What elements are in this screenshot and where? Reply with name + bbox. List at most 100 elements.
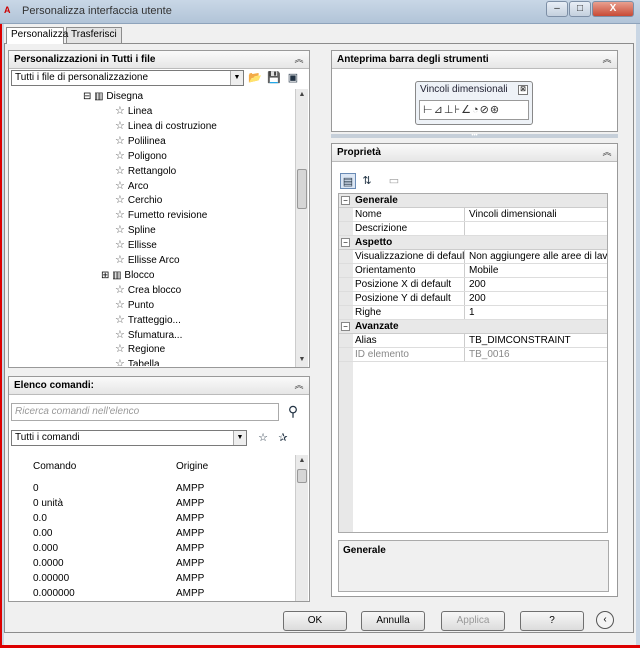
tree-item[interactable]: ☆ Rettangolo bbox=[115, 164, 176, 179]
property-value[interactable]: Mobile bbox=[467, 264, 607, 277]
radial-constraint-icon[interactable]: ◔ bbox=[472, 104, 480, 116]
chevron-down-icon[interactable]: ▼ bbox=[230, 71, 243, 85]
command-scrollbar[interactable]: ▲ bbox=[295, 455, 308, 601]
find-command-icon[interactable]: ☆ bbox=[255, 430, 271, 446]
tree-item[interactable]: ☆ Ellisse bbox=[115, 238, 157, 253]
command-cell[interactable]: 0 unità bbox=[33, 496, 63, 511]
column-header-origin[interactable]: Origine bbox=[176, 459, 208, 474]
aligned-constraint-icon[interactable]: ⊿ bbox=[434, 104, 444, 116]
tree-scrollbar[interactable]: ▲ ▼ bbox=[295, 89, 308, 367]
sort-alpha-icon[interactable]: ⇅ bbox=[359, 173, 375, 189]
command-cell[interactable]: 0.00 bbox=[33, 526, 52, 541]
cancel-button[interactable]: Annulla bbox=[361, 611, 425, 631]
tree-item[interactable]: ☆ Punto bbox=[115, 298, 154, 313]
close-icon[interactable]: ⊠ bbox=[518, 85, 528, 95]
tree-item[interactable]: ☆ Fumetto revisione bbox=[115, 208, 207, 223]
chevron-down-icon[interactable]: ▼ bbox=[233, 431, 246, 445]
save-icon[interactable]: 💾 bbox=[266, 70, 282, 86]
convert-constraint-icon[interactable]: ⊛ bbox=[490, 104, 500, 116]
origin-cell[interactable]: AMPP bbox=[176, 481, 204, 496]
property-category[interactable]: − Avanzate bbox=[339, 320, 607, 334]
command-cell[interactable]: 0.0000 bbox=[33, 556, 64, 571]
collapse-category-icon[interactable]: − bbox=[341, 322, 350, 331]
tree-item[interactable]: ☆ Cerchio bbox=[115, 193, 162, 208]
diameter-constraint-icon[interactable]: ⊘ bbox=[480, 104, 490, 116]
command-cell[interactable]: 0.00000 bbox=[33, 571, 69, 586]
save-as-icon[interactable]: ▣ bbox=[285, 70, 301, 86]
collapse-icon[interactable]: ︽ bbox=[293, 53, 305, 65]
tree-item[interactable]: ☆ Linea bbox=[115, 104, 152, 119]
collapse-category-icon[interactable]: − bbox=[341, 238, 350, 247]
tree-item[interactable]: ☆ Ellisse Arco bbox=[115, 253, 180, 268]
tree-item[interactable]: ☆ Regione bbox=[115, 342, 165, 357]
property-row[interactable]: Posizione X di default 200 bbox=[339, 278, 607, 292]
collapse-icon[interactable]: ︽ bbox=[293, 379, 305, 391]
property-row[interactable]: Visualizzazione di default Non aggiungere… bbox=[339, 250, 607, 264]
ok-button[interactable]: OK bbox=[283, 611, 347, 631]
tree-item[interactable]: ☆ Polilinea bbox=[115, 134, 166, 149]
tab-trasferisci[interactable]: Trasferisci bbox=[66, 27, 122, 43]
tree-item[interactable]: ☆ Crea blocco bbox=[115, 283, 181, 298]
command-search-input[interactable]: Ricerca comandi nell'elenco bbox=[11, 403, 279, 421]
property-grid[interactable]: − Generale Nome Vincoli dimensionali Descriz… bbox=[338, 193, 608, 533]
tree-item[interactable]: ☆ Tratteggio... bbox=[115, 313, 181, 328]
origin-cell[interactable]: AMPP bbox=[176, 496, 204, 511]
tree-item[interactable]: ☆ Sfumatura... bbox=[115, 328, 182, 343]
tree-item[interactable]: ☆ Linea di costruzione bbox=[115, 119, 217, 134]
scroll-up-icon[interactable]: ▲ bbox=[296, 89, 308, 101]
collapse-category-icon[interactable]: − bbox=[341, 196, 350, 205]
property-category[interactable]: − Generale bbox=[339, 194, 607, 208]
linear-constraint-icon[interactable]: ⊢ bbox=[423, 104, 434, 116]
origin-cell[interactable]: AMPP bbox=[176, 541, 204, 556]
property-row[interactable]: Alias TB_DIMCONSTRAINT bbox=[339, 334, 607, 348]
property-value[interactable]: Vincoli dimensionali bbox=[467, 208, 607, 221]
property-row[interactable]: Nome Vincoli dimensionali bbox=[339, 208, 607, 222]
scroll-down-icon[interactable]: ▼ bbox=[296, 354, 308, 366]
search-icon[interactable]: ⚲ bbox=[285, 403, 301, 419]
property-row[interactable]: Posizione Y di default 200 bbox=[339, 292, 607, 306]
tree-item[interactable]: ☆ Arco bbox=[115, 179, 148, 194]
apply-button[interactable]: Applica bbox=[441, 611, 505, 631]
property-row[interactable]: Descrizione bbox=[339, 222, 607, 236]
minimize-button[interactable]: – bbox=[546, 1, 568, 17]
scroll-up-icon[interactable]: ▲ bbox=[296, 455, 308, 467]
angular-constraint-icon[interactable]: ∠ bbox=[461, 104, 472, 116]
origin-cell[interactable]: AMPP bbox=[176, 526, 204, 541]
origin-cell[interactable]: AMPP bbox=[176, 511, 204, 526]
property-row[interactable]: ID elemento TB_0016 bbox=[339, 348, 607, 362]
scroll-thumb[interactable] bbox=[297, 469, 307, 483]
close-button[interactable]: X bbox=[592, 1, 634, 17]
command-cell[interactable]: 0.000 bbox=[33, 541, 58, 556]
tab-personalizza[interactable]: Personalizza bbox=[6, 27, 68, 44]
collapse-icon[interactable]: ︽ bbox=[601, 146, 613, 158]
origin-cell[interactable]: AMPP bbox=[176, 556, 204, 571]
expand-collapse-icon[interactable]: ‹ bbox=[596, 611, 614, 629]
property-row[interactable]: Righe 1 bbox=[339, 306, 607, 320]
horizontal-constraint-icon[interactable]: ⊥ bbox=[444, 104, 455, 116]
command-filter-combo[interactable]: Tutti i comandi ▼ bbox=[11, 430, 247, 446]
property-value[interactable]: 200 bbox=[467, 292, 607, 305]
categorized-icon[interactable]: ▤ bbox=[340, 173, 356, 189]
property-pages-icon[interactable]: ▭ bbox=[386, 173, 402, 189]
property-value[interactable]: TB_0016 bbox=[467, 348, 607, 361]
command-cell[interactable]: 0 bbox=[33, 481, 39, 496]
tree-item[interactable]: ☆ Poligono bbox=[115, 149, 167, 164]
property-value[interactable]: Non aggiungere alle aree di lavoro bbox=[467, 250, 607, 263]
new-command-icon[interactable]: ✰ bbox=[275, 430, 291, 446]
property-category[interactable]: − Aspetto bbox=[339, 236, 607, 250]
command-cell[interactable]: 0.0 bbox=[33, 511, 47, 526]
tree-item[interactable]: ⊞ ▥ Blocco bbox=[101, 268, 154, 283]
origin-cell[interactable]: AMPP bbox=[176, 571, 204, 586]
property-value[interactable]: 200 bbox=[467, 278, 607, 291]
maximize-button[interactable]: □ bbox=[569, 1, 591, 17]
tree-node-disegna[interactable]: ⊟ ▥ Disegna bbox=[83, 89, 143, 104]
tree-item[interactable]: ☆ Tabella bbox=[115, 357, 160, 366]
command-cell[interactable]: 0.000000 bbox=[33, 586, 75, 601]
collapse-icon[interactable]: ︽ bbox=[601, 53, 613, 65]
command-grid[interactable]: Comando Origine 0 AMPP 0 unità AMPP 0.0 AMPP 0… bbox=[11, 455, 295, 601]
expand-node-icon[interactable]: ⊞ bbox=[101, 270, 112, 281]
property-row[interactable]: Orientamento Mobile bbox=[339, 264, 607, 278]
property-value[interactable]: 1 bbox=[467, 306, 607, 319]
splitter[interactable]: ••• bbox=[331, 133, 618, 139]
property-value[interactable]: TB_DIMCONSTRAINT bbox=[467, 334, 607, 347]
